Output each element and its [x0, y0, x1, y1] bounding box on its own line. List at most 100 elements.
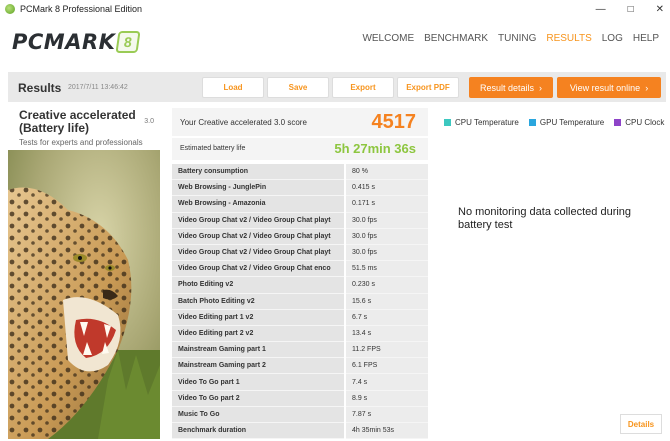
no-data-message: No monitoring data collected during batt…	[458, 206, 632, 231]
table-row: Video Editing part 1 v2 6.7 s	[172, 309, 428, 326]
export-button[interactable]: Export	[332, 77, 394, 98]
results-toolbar: Results 2017/7/11 13:46:42 Load Save Exp…	[8, 72, 666, 102]
leopard-image	[8, 150, 160, 439]
result-name: Video Group Chat v2 / Video Group Chat p…	[172, 212, 344, 229]
result-name: Video Group Chat v2 / Video Group Chat e…	[172, 261, 344, 278]
result-name: Video To Go part 2	[172, 390, 344, 407]
minimize-button[interactable]: —	[596, 4, 606, 15]
export-pdf-button[interactable]: Export PDF	[397, 77, 459, 98]
table-row: Music To Go 7.87 s	[172, 406, 428, 423]
score-panel: Your Creative accelerated 3.0 score 4517…	[170, 102, 432, 440]
table-row: Video Group Chat v2 / Video Group Chat p…	[172, 212, 428, 229]
legend-swatch	[614, 119, 622, 126]
legend-swatch	[444, 119, 451, 126]
nav-help[interactable]: HELP	[628, 33, 664, 44]
nav-tuning[interactable]: TUNING	[493, 33, 541, 44]
result-name: Benchmark duration	[172, 423, 344, 440]
result-value: 6.1 FPS	[346, 358, 428, 375]
result-name: Batch Photo Editing v2	[172, 293, 344, 310]
table-row: Video Editing part 2 v2 13.4 s	[172, 325, 428, 343]
result-name: Video Editing part 2 v2	[172, 325, 344, 343]
table-row: Batch Photo Editing v2 15.6 s	[172, 293, 428, 310]
score-box: Your Creative accelerated 3.0 score 4517	[172, 108, 428, 136]
result-name: Video Group Chat v2 / Video Group Chat p…	[172, 228, 344, 245]
nav-results[interactable]: RESULTS	[541, 33, 596, 44]
table-row: Video Group Chat v2 / Video Group Chat e…	[172, 261, 428, 278]
result-value: 6.7 s	[346, 309, 428, 326]
result-name: Mainstream Gaming part 2	[172, 358, 344, 375]
result-value: 30.0 fps	[346, 244, 428, 262]
window-controls: — □ ✕	[596, 0, 664, 18]
result-value: 15.6 s	[346, 293, 428, 310]
result-value: 51.5 ms	[346, 261, 428, 278]
save-button[interactable]: Save	[267, 77, 329, 98]
result-value: 8.9 s	[346, 390, 428, 407]
result-name: Music To Go	[172, 406, 344, 423]
view-online-label: View result online	[569, 82, 641, 93]
results-table: Battery consumption 80 % Web Browsing - Ju…	[172, 164, 428, 440]
monitoring-legend: CPU Temperature GPU Temperature CPU Cloc…	[444, 118, 664, 127]
result-details-label: Result details	[479, 82, 535, 93]
table-row: Web Browsing - JunglePin 0.415 s	[172, 180, 428, 197]
test-subtitle: Tests for experts and professionals	[19, 138, 143, 147]
legend-label: CPU Clock	[625, 118, 665, 127]
view-result-online-button[interactable]: View result online ›	[557, 77, 661, 98]
result-value: 4h 35min 53s	[346, 423, 428, 440]
table-row: Mainstream Gaming part 1 11.2 FPS	[172, 342, 428, 359]
chevron-right-icon: ›	[645, 82, 649, 93]
table-row: Benchmark duration 4h 35min 53s	[172, 423, 428, 440]
result-value: 0.230 s	[346, 277, 428, 294]
test-version: 3.0	[144, 118, 154, 125]
result-name: Web Browsing - JunglePin	[172, 180, 344, 197]
result-value: 0.171 s	[346, 196, 428, 213]
load-button[interactable]: Load	[202, 77, 264, 98]
battery-life-value: 5h 27min 36s	[334, 141, 416, 156]
result-details-button[interactable]: Result details ›	[469, 77, 553, 98]
battery-life-row: Estimated battery life 5h 27min 36s	[172, 138, 428, 160]
result-value: 11.2 FPS	[346, 342, 428, 359]
app-header: PCMARK 8 WELCOME BENCHMARK TUNING RESULT…	[0, 18, 670, 65]
result-value: 30.0 fps	[346, 228, 428, 245]
table-row: Video Group Chat v2 / Video Group Chat p…	[172, 244, 428, 262]
table-row: Battery consumption 80 %	[172, 164, 428, 181]
window-title: PCMark 8 Professional Edition	[20, 4, 143, 14]
chevron-right-icon: ›	[539, 82, 543, 93]
legend-label: CPU Temperature	[455, 118, 519, 127]
logo-text: PCMARK	[12, 30, 116, 54]
legend-swatch	[528, 119, 536, 126]
table-row: Video To Go part 1 7.4 s	[172, 374, 428, 391]
result-name: Battery consumption	[172, 164, 344, 181]
result-name: Video Editing part 1 v2	[172, 309, 344, 326]
result-value: 7.4 s	[346, 374, 428, 391]
table-row: Mainstream Gaming part 2 6.1 FPS	[172, 358, 428, 375]
result-name: Video To Go part 1	[172, 374, 344, 391]
legend-gpu-temperature[interactable]: GPU Temperature	[528, 118, 604, 127]
app-icon	[5, 4, 15, 14]
legend-cpu-clock[interactable]: CPU Clock	[614, 118, 664, 127]
table-row: Web Browsing - Amazonia 0.171 s	[172, 196, 428, 213]
score-value: 4517	[371, 111, 417, 133]
main-nav: WELCOME BENCHMARK TUNING RESULTS LOG HEL…	[357, 33, 664, 44]
table-row: Photo Editing v2 0.230 s	[172, 277, 428, 294]
result-value: 0.415 s	[346, 180, 428, 197]
result-name: Web Browsing - Amazonia	[172, 196, 344, 213]
result-name: Video Group Chat v2 / Video Group Chat p…	[172, 244, 344, 262]
result-name: Mainstream Gaming part 1	[172, 342, 344, 359]
monitoring-panel: CPU Temperature GPU Temperature CPU Cloc…	[438, 102, 666, 439]
nav-benchmark[interactable]: BENCHMARK	[419, 33, 493, 44]
result-value: 13.4 s	[346, 325, 428, 343]
logo-badge: 8	[115, 31, 141, 53]
test-name: Creative accelerated (Battery life)	[19, 108, 136, 135]
close-button[interactable]: ✕	[656, 4, 664, 15]
results-date: 2017/7/11 13:46:42	[68, 84, 128, 91]
result-value: 30.0 fps	[346, 212, 428, 229]
result-name: Photo Editing v2	[172, 277, 344, 294]
results-title: Results	[18, 81, 62, 95]
maximize-button[interactable]: □	[628, 4, 634, 15]
title-bar: PCMark 8 Professional Edition — □ ✕	[0, 0, 670, 18]
legend-cpu-temperature[interactable]: CPU Temperature	[444, 118, 519, 127]
details-button[interactable]: Details	[620, 414, 662, 434]
nav-welcome[interactable]: WELCOME	[357, 33, 419, 44]
score-label: Your Creative accelerated 3.0 score	[180, 118, 307, 127]
nav-log[interactable]: LOG	[597, 33, 628, 44]
